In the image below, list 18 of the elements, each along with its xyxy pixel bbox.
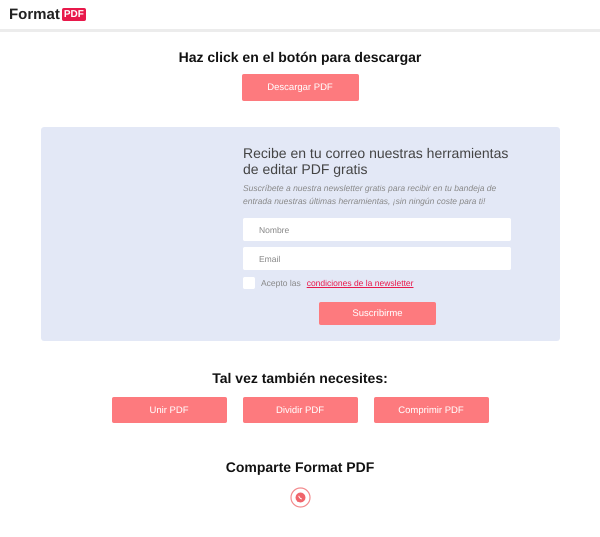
newsletter-title: Recibe en tu correo nuestras herramientas de editar PDF gratis	[243, 145, 510, 177]
newsletter-terms-link[interactable]: condiciones de la newsletter	[306, 278, 414, 288]
logo-badge: PDF	[62, 8, 86, 21]
whatsapp-share-icon[interactable]	[290, 487, 310, 508]
related-heading: Tal vez también necesites:	[212, 370, 388, 386]
tool-button[interactable]: Unir PDF	[112, 397, 226, 423]
input-field[interactable]: Nombre	[243, 218, 511, 241]
newsletter-subtitle: Suscríbete a nuestra newsletter gratis para recibir en tu bandeja de entrada nuestras últimas herramientas, ¡sin ningún coste para ti!	[243, 182, 498, 208]
input-field[interactable]: Email	[243, 247, 511, 270]
tool-button[interactable]: Dividir PDF	[242, 397, 358, 423]
logo-text: Format	[9, 6, 60, 23]
download-heading: Haz click en el botón para descargar	[178, 49, 422, 65]
share-heading: Comparte Format PDF	[226, 459, 374, 475]
tool-button[interactable]: Comprimir PDF	[374, 397, 488, 423]
subscribe-button[interactable]: Suscribirme	[319, 302, 436, 325]
download-button[interactable]: Descargar PDF	[242, 74, 358, 101]
checkbox[interactable]	[243, 277, 255, 289]
consent-text: Acepto las	[261, 278, 301, 288]
